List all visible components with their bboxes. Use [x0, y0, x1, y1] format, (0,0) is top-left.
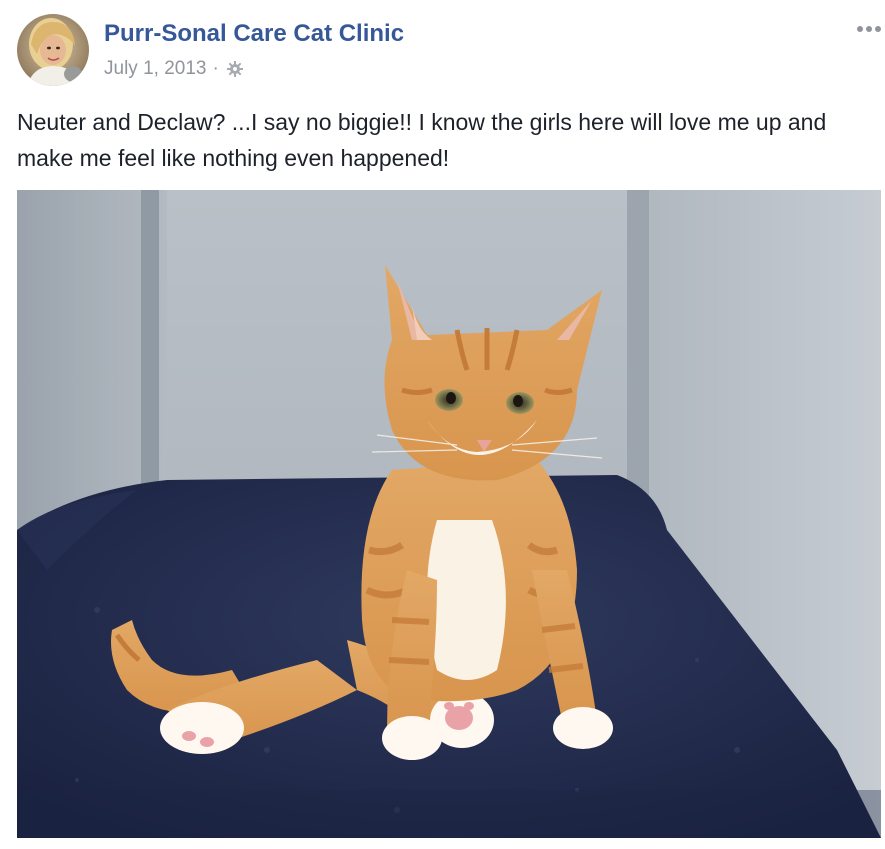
avatar-image — [17, 14, 89, 86]
kitten-photo — [17, 190, 881, 838]
post-timestamp[interactable]: July 1, 2013 — [104, 58, 206, 80]
meta-separator: · — [212, 58, 219, 79]
more-options-icon[interactable] — [855, 22, 885, 36]
avatar[interactable] — [17, 14, 89, 86]
post-author-link[interactable]: Purr-Sonal Care Cat Clinic — [104, 20, 404, 48]
facebook-post: Purr-Sonal Care Cat Clinic July 1, 2013 … — [0, 0, 885, 849]
gear-icon[interactable] — [226, 60, 244, 78]
post-message: Neuter and Declaw? ...I say no biggie!! … — [17, 109, 827, 171]
post-meta: July 1, 2013 · — [104, 58, 244, 80]
post-photo[interactable] — [17, 190, 881, 838]
